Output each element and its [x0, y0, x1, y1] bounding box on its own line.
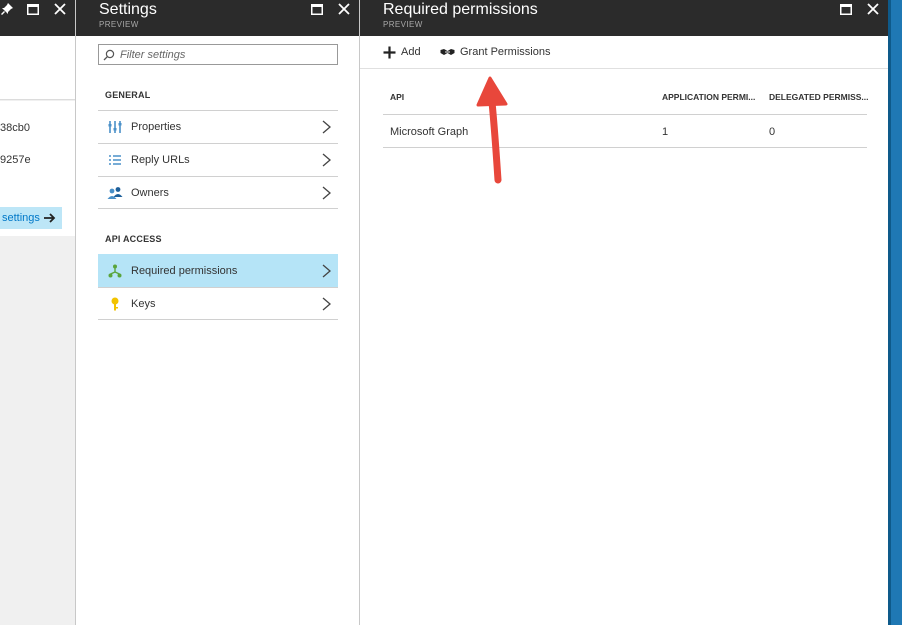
menu-item-required-permissions[interactable]: Required permissions: [98, 254, 338, 287]
blade-required-permissions: Required permissions PREVIEW Add Grant P…: [360, 0, 888, 625]
handshake-icon: [440, 49, 455, 55]
all-settings-link[interactable]: settings: [0, 207, 62, 229]
menu-item-keys[interactable]: Keys: [98, 287, 338, 320]
settings-link-label: settings: [2, 212, 40, 224]
close-icon[interactable]: [337, 2, 351, 16]
blade1-top-area: [0, 36, 75, 100]
close-icon[interactable]: [866, 2, 880, 16]
permissions-icon: [107, 263, 123, 279]
owners-icon: [107, 185, 123, 201]
pin-icon[interactable]: [0, 2, 14, 16]
blade2-header: Settings PREVIEW: [76, 0, 359, 36]
blade3-subtitle: PREVIEW: [383, 20, 423, 29]
properties-icon: [107, 119, 123, 135]
filter-settings-input[interactable]: [120, 48, 330, 61]
blade-app-overview: 38cb0 9257e settings: [0, 0, 76, 625]
menu-label-keys: Keys: [131, 297, 156, 310]
chevron-right-icon: [322, 186, 331, 200]
menu-item-properties[interactable]: Properties: [98, 110, 338, 143]
blade-settings: Settings PREVIEW GENERAL Properties Repl…: [76, 0, 360, 625]
maximize-icon[interactable]: [26, 2, 40, 16]
section-general: GENERAL: [105, 90, 151, 100]
grant-permissions-label: Grant Permissions: [460, 46, 551, 58]
list-icon: [107, 152, 123, 168]
menu-label-properties: Properties: [131, 121, 182, 133]
column-header-delegated-permissions[interactable]: DELEGATED PERMISS...: [769, 80, 869, 114]
add-button[interactable]: Add: [383, 44, 421, 60]
close-icon[interactable]: [53, 2, 67, 16]
column-header-application-permissions[interactable]: APPLICATION PERMI...: [662, 80, 762, 114]
command-bar: Add Grant Permissions: [360, 36, 888, 69]
cell-api: Microsoft Graph: [390, 125, 469, 138]
add-button-label: Add: [401, 46, 421, 58]
plus-icon: [383, 46, 396, 58]
chevron-right-icon: [322, 297, 331, 311]
table-row[interactable]: Microsoft Graph 1 0: [383, 115, 867, 148]
blade2-title: Settings: [99, 1, 157, 18]
key-icon: [107, 296, 123, 312]
blade1-header: [0, 0, 75, 36]
column-header-api[interactable]: API: [390, 80, 590, 114]
menu-label-required-permissions: Required permissions: [131, 265, 238, 277]
search-icon: [103, 49, 115, 60]
chevron-right-icon: [322, 264, 331, 278]
section-api-access: API ACCESS: [105, 234, 162, 244]
app-id-fragment: 9257e: [0, 154, 31, 166]
maximize-icon[interactable]: [839, 2, 853, 16]
chevron-right-icon: [322, 153, 331, 167]
maximize-icon[interactable]: [310, 2, 324, 16]
menu-item-owners[interactable]: Owners: [98, 176, 338, 209]
object-id-fragment: 38cb0: [0, 122, 30, 134]
blade3-header: Required permissions PREVIEW: [360, 0, 888, 36]
blade3-title: Required permissions: [383, 1, 538, 18]
menu-item-reply-urls[interactable]: Reply URLs: [98, 143, 338, 176]
scrollbar-edge: [888, 0, 891, 625]
grant-permissions-button[interactable]: Grant Permissions: [440, 44, 550, 60]
menu-label-reply-urls: Reply URLs: [131, 154, 190, 166]
filter-settings-box[interactable]: [98, 44, 338, 65]
blade2-subtitle: PREVIEW: [99, 20, 139, 29]
arrow-right-icon: [43, 213, 56, 223]
cell-application-permissions: 1: [662, 125, 669, 138]
menu-label-owners: Owners: [131, 186, 169, 199]
chevron-right-icon: [322, 120, 331, 134]
cell-delegated-permissions: 0: [769, 125, 776, 138]
